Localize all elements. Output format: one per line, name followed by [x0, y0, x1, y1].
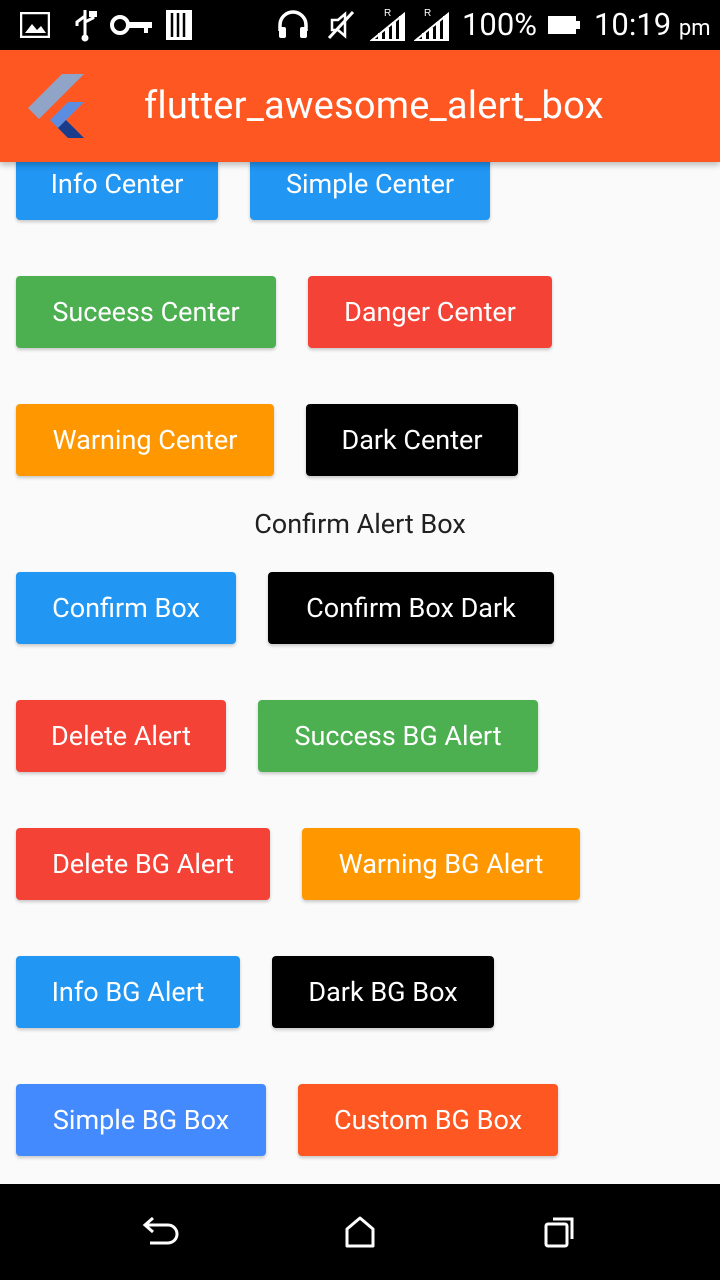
- simple-bg-box-button[interactable]: Simple BG Box: [16, 1084, 266, 1156]
- success-center-label: Suceess Center: [52, 296, 240, 328]
- back-icon[interactable]: [136, 1212, 184, 1252]
- headset-icon: [276, 8, 310, 42]
- key-icon: [110, 8, 154, 42]
- gallery-icon: [20, 8, 50, 42]
- simple-bg-box-label: Simple BG Box: [52, 1104, 230, 1136]
- mute-icon: [326, 8, 356, 42]
- dark-bg-box-button[interactable]: Dark BG Box: [272, 956, 494, 1028]
- custom-bg-box-button[interactable]: Custom BG Box: [298, 1084, 558, 1156]
- svg-text:R: R: [424, 8, 431, 19]
- storage-icon: [165, 8, 193, 42]
- signal-r-icon: R: [414, 8, 452, 42]
- delete-bg-alert-button[interactable]: Delete BG Alert: [16, 828, 270, 900]
- warning-center-button[interactable]: Warning Center: [16, 404, 274, 476]
- delete-alert-label: Delete Alert: [51, 720, 191, 752]
- app-bar: flutter_awesome_alert_box: [0, 50, 720, 162]
- home-icon[interactable]: [336, 1212, 384, 1252]
- dark-center-button[interactable]: Dark Center: [306, 404, 518, 476]
- signal-r-icon: R: [370, 8, 408, 42]
- warning-bg-alert-label: Warning BG Alert: [338, 848, 544, 880]
- recents-icon[interactable]: [536, 1212, 584, 1252]
- confirm-box-dark-button[interactable]: Confirm Box Dark: [268, 572, 554, 644]
- confirm-box-label: Confirm Box: [52, 592, 200, 624]
- flutter-logo-icon: [28, 70, 88, 150]
- danger-center-label: Danger Center: [344, 296, 516, 328]
- info-bg-alert-button[interactable]: Info BG Alert: [16, 956, 240, 1028]
- warning-center-label: Warning Center: [52, 424, 238, 456]
- delete-alert-button[interactable]: Delete Alert: [16, 700, 226, 772]
- custom-bg-box-label: Custom BG Box: [334, 1104, 522, 1136]
- delete-bg-alert-label: Delete BG Alert: [52, 848, 234, 880]
- battery-percent: 100%: [462, 6, 537, 43]
- navigation-bar: [0, 1184, 720, 1280]
- confirm-section-title: Confirm Alert Box: [254, 508, 466, 540]
- app-title: flutter_awesome_alert_box: [144, 84, 604, 128]
- warning-bg-alert-button[interactable]: Warning BG Alert: [302, 828, 580, 900]
- danger-center-button[interactable]: Danger Center: [308, 276, 552, 348]
- confirm-box-dark-label: Confirm Box Dark: [306, 592, 516, 624]
- success-bg-alert-button[interactable]: Success BG Alert: [258, 700, 538, 772]
- clock: 10:19 pm: [594, 6, 711, 43]
- clock-time: 10:19: [594, 6, 672, 43]
- status-bar: R R 100% 10:19 pm: [0, 0, 720, 50]
- dark-center-label: Dark Center: [341, 424, 483, 456]
- svg-text:R: R: [384, 8, 391, 19]
- simple-center-button[interactable]: Simple Center: [250, 162, 490, 220]
- info-center-button[interactable]: Info Center: [16, 162, 218, 220]
- simple-center-label: Simple Center: [285, 168, 455, 200]
- confirm-box-button[interactable]: Confirm Box: [16, 572, 236, 644]
- success-bg-alert-label: Success BG Alert: [294, 720, 502, 752]
- usb-icon: [72, 8, 98, 42]
- success-center-button[interactable]: Suceess Center: [16, 276, 276, 348]
- clock-suffix: pm: [678, 16, 711, 41]
- info-center-label: Info Center: [50, 168, 184, 200]
- dark-bg-box-label: Dark BG Box: [308, 976, 458, 1008]
- button-list[interactable]: Info Center Simple Center Suceess Center…: [0, 162, 720, 1184]
- battery-icon: [548, 8, 580, 42]
- info-bg-alert-label: Info BG Alert: [51, 976, 205, 1008]
